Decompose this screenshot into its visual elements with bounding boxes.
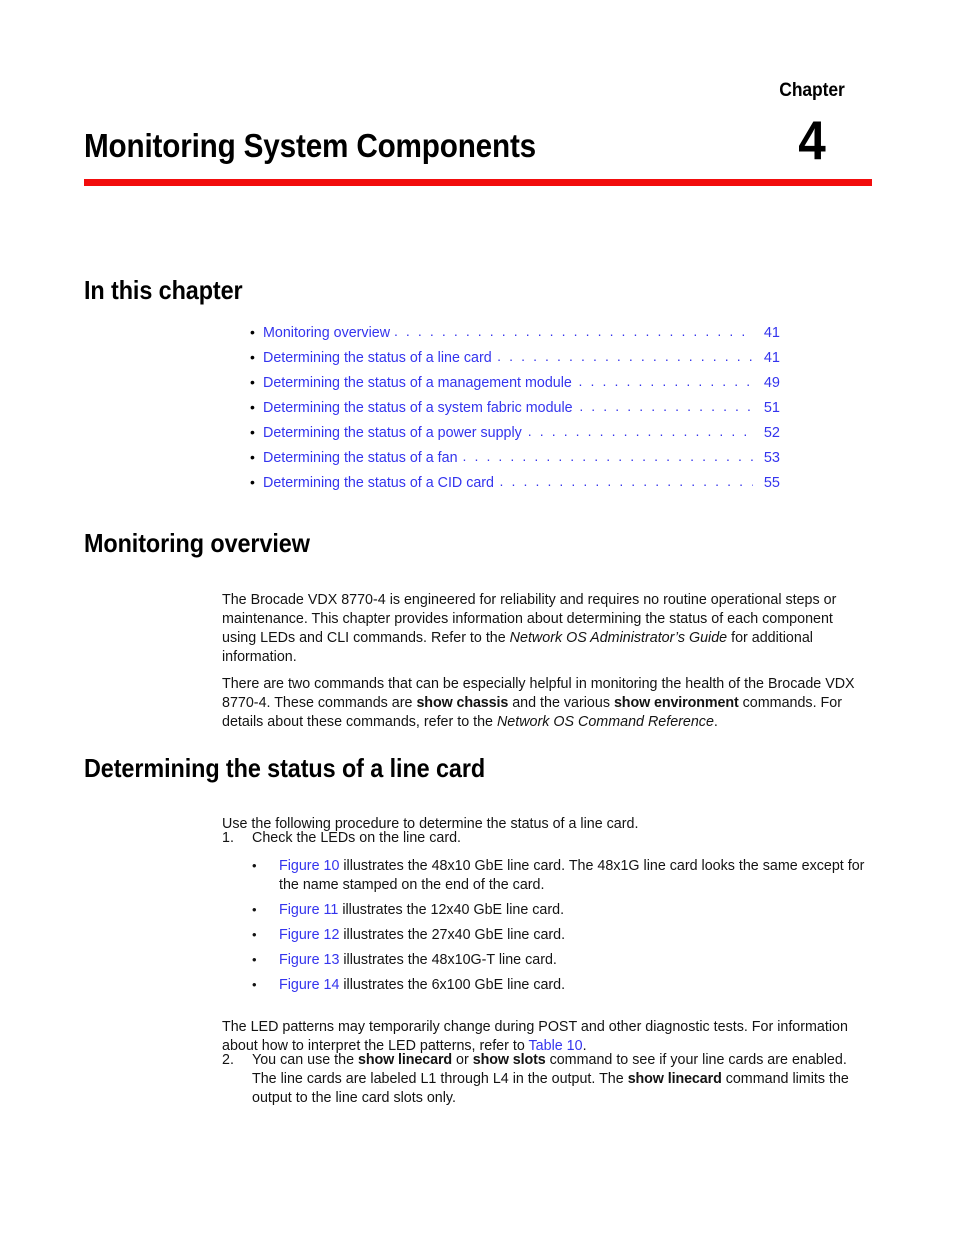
toc-page-number[interactable]: 52 <box>754 421 780 446</box>
step-1: 1. Check the LEDs on the line card. <box>222 829 870 848</box>
step-number: 1. <box>222 830 234 846</box>
chapter-marker: Chapter 4 <box>752 80 872 168</box>
toc-entry-label[interactable]: Determining the status of a power supply <box>263 421 522 446</box>
page-title: Monitoring System Components <box>84 127 537 164</box>
list-item-text: illustrates the 48x10G-T line card. <box>339 952 557 968</box>
toc-page-number[interactable]: 51 <box>754 396 780 421</box>
list-item-text: illustrates the 48x10 GbE line card. The… <box>279 858 865 893</box>
list-item-text: illustrates the 6x100 GbE line card. <box>339 977 566 993</box>
bullet-icon: • <box>252 927 257 942</box>
list-item: • Figure 12 illustrates the 27x40 GbE lin… <box>252 926 872 945</box>
toc-page-number[interactable]: 49 <box>754 371 780 396</box>
toc-entry-label[interactable]: Determining the status of a fan <box>263 446 458 471</box>
bullet-icon: • <box>250 424 255 440</box>
toc-entry[interactable]: • Determining the status of a line card … <box>250 345 780 370</box>
bullet-icon: • <box>250 374 255 390</box>
toc-entry[interactable]: • Determining the status of a power supp… <box>250 420 780 445</box>
toc-dot-leader: . . . . . . . . . . . . . . . . . . . . … <box>393 323 753 339</box>
bullet-icon: • <box>252 858 257 873</box>
bullet-icon: • <box>250 449 255 465</box>
publication-title-command-reference: Network OS Command Reference <box>496 714 714 731</box>
step-text-part: or <box>452 1052 473 1068</box>
toc-page-number[interactable]: 55 <box>754 471 780 496</box>
toc-dot-leader: . . . . . . . . . . . . . . . . . . . . … <box>499 473 753 489</box>
command-show-chassis: show chassis <box>416 695 509 712</box>
toc-page-number[interactable]: 41 <box>754 346 780 371</box>
toc-page-number[interactable]: 41 <box>754 321 780 346</box>
toc-entry-label[interactable]: Determining the status of a management m… <box>263 371 572 396</box>
figure-reference-list: • Figure 10 illustrates the 48x10 GbE lin… <box>252 857 872 995</box>
toc-entry-label[interactable]: Determining the status of a CID card <box>263 471 494 496</box>
bullet-icon: • <box>250 399 255 415</box>
step-number: 2. <box>222 1052 234 1068</box>
toc-entry[interactable]: • Monitoring overview . . . . . . . . . … <box>250 320 780 345</box>
figure-link-12[interactable]: Figure 12 <box>279 927 339 943</box>
publication-title-admin-guide: Network OS Administrator’s Guide <box>509 630 728 647</box>
list-item: • Figure 10 illustrates the 48x10 GbE lin… <box>252 857 872 895</box>
heading-line-card-status: Determining the status of a line card <box>84 753 486 783</box>
paragraph-overview-2: There are two commands that can be espec… <box>222 675 870 732</box>
heading-in-this-chapter: In this chapter <box>84 275 243 305</box>
toc-entry[interactable]: • Determining the status of a system fab… <box>250 395 780 420</box>
step-text: You can use the show linecard or show sl… <box>252 1051 870 1108</box>
step-2: 2. You can use the show linecard or show… <box>222 1051 870 1108</box>
toc-dot-leader: . . . . . . . . . . . . . . . . . . . . … <box>578 373 753 389</box>
toc-entry[interactable]: • Determining the status of a fan . . . … <box>250 445 780 470</box>
toc-entry[interactable]: • Determining the status of a CID card .… <box>250 470 780 495</box>
paragraph-text: and the various <box>508 695 614 712</box>
command-show-environment: show environment <box>613 695 739 712</box>
chapter-label: Chapter <box>779 80 845 101</box>
bullet-icon: • <box>250 324 255 340</box>
toc-dot-leader: . . . . . . . . . . . . . . . . . . . . … <box>497 348 753 364</box>
chapter-number: 4 <box>798 109 826 171</box>
toc-dot-leader: . . . . . . . . . . . . . . . . . . . . … <box>579 398 753 414</box>
list-item: • Figure 11 illustrates the 12x40 GbE lin… <box>252 901 872 920</box>
toc-entry-label[interactable]: Monitoring overview <box>263 321 390 346</box>
bullet-icon: • <box>250 474 255 490</box>
toc-page-number[interactable]: 53 <box>754 446 780 471</box>
list-item-text: illustrates the 12x40 GbE line card. <box>338 902 565 918</box>
toc-entry-label[interactable]: Determining the status of a system fabri… <box>263 396 573 421</box>
figure-link-14[interactable]: Figure 14 <box>279 977 339 993</box>
command-show-slots: show slots <box>472 1052 546 1068</box>
toc-entry-label[interactable]: Determining the status of a line card <box>263 346 492 371</box>
step-text: Check the LEDs on the line card. <box>252 830 462 846</box>
figure-link-10[interactable]: Figure 10 <box>279 858 339 874</box>
list-item-text: illustrates the 27x40 GbE line card. <box>339 927 566 943</box>
table-of-contents: • Monitoring overview . . . . . . . . . … <box>250 320 780 495</box>
toc-entry[interactable]: • Determining the status of a management… <box>250 370 780 395</box>
figure-link-11[interactable]: Figure 11 <box>279 902 338 918</box>
bullet-icon: • <box>252 977 257 992</box>
toc-dot-leader: . . . . . . . . . . . . . . . . . . . . … <box>527 423 753 439</box>
bullet-icon: • <box>252 902 257 917</box>
step-text-part: You can use the <box>252 1052 358 1068</box>
bullet-icon: • <box>250 349 255 365</box>
title-rule-divider <box>84 179 872 186</box>
paragraph-text: . <box>713 714 718 731</box>
heading-monitoring-overview: Monitoring overview <box>84 528 310 558</box>
toc-dot-leader: . . . . . . . . . . . . . . . . . . . . … <box>462 448 753 464</box>
command-show-linecard-2: show linecard <box>627 1071 722 1087</box>
list-item: • Figure 13 illustrates the 48x10G-T line… <box>252 951 872 970</box>
bullet-icon: • <box>252 952 257 967</box>
command-show-linecard: show linecard <box>358 1052 453 1068</box>
list-item: • Figure 14 illustrates the 6x100 GbE lin… <box>252 976 872 995</box>
figure-link-13[interactable]: Figure 13 <box>279 952 339 968</box>
document-page: Chapter 4 Monitoring System Components I… <box>0 0 954 1235</box>
paragraph-overview-1: The Brocade VDX 8770-4 is engineered for… <box>222 591 870 667</box>
